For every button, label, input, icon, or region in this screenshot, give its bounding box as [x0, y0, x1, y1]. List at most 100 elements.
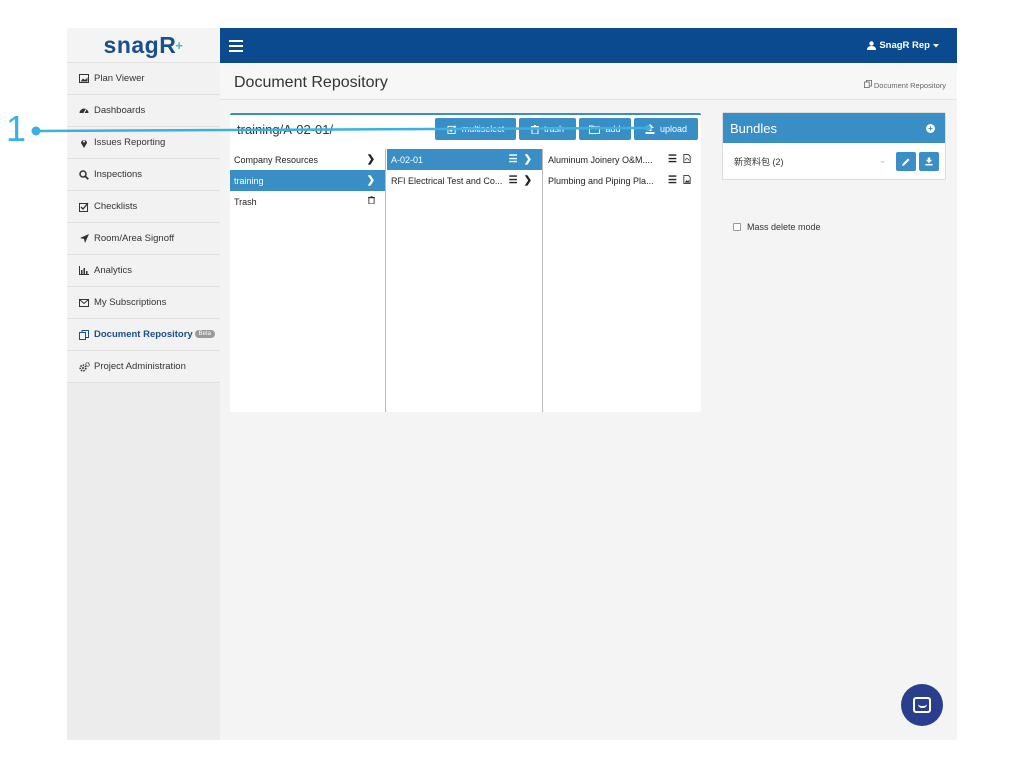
- chevron-right-icon: ❯: [523, 175, 532, 186]
- sidebar-item-label: Checklists: [94, 201, 138, 212]
- chat-icon: [913, 697, 931, 713]
- chevron-right-icon: ❯: [366, 175, 375, 186]
- file-item-aluminum-joinery[interactable]: Aluminum Joinery O&M.... ☰: [544, 149, 701, 170]
- file-name: Aluminum Joinery O&M....: [548, 154, 653, 165]
- sidebar-item-plan-viewer[interactable]: Plan Viewer: [67, 63, 220, 95]
- folder-name: Company Resources: [234, 154, 319, 165]
- beta-badge: Beta: [194, 330, 215, 338]
- sidebar-item-label: Project Administration: [94, 361, 186, 372]
- brand-logo[interactable]: snagR +: [67, 28, 220, 63]
- sidebar: snagR + Plan Viewer Dashboards Issues Rep…: [67, 28, 220, 740]
- upload-label: upload: [659, 124, 688, 134]
- image-icon: [78, 73, 90, 85]
- chat-launcher-button[interactable]: [901, 684, 943, 726]
- add-bundle-plus-icon[interactable]: +: [926, 123, 935, 133]
- upload-icon: [645, 124, 655, 134]
- folder-item-rfi-electrical[interactable]: RFI Electrical Test and Co... ☰ ❯: [387, 170, 542, 191]
- menu-lines-icon[interactable]: ☰: [668, 154, 677, 165]
- folder-item-a-02-01[interactable]: A-02-01 ☰ ❯: [387, 149, 542, 170]
- mass-delete-checkbox[interactable]: [733, 223, 741, 231]
- mass-delete-label: Mass delete mode: [747, 222, 821, 232]
- bar-chart-icon: [78, 265, 90, 277]
- page-title: Document Repository: [234, 74, 388, 91]
- mass-delete-toggle[interactable]: Mass delete mode: [733, 222, 821, 232]
- current-path: training/A-02-01/: [237, 122, 334, 137]
- sidebar-item-label: My Subscriptions: [94, 297, 167, 308]
- download-bundle-button[interactable]: [919, 152, 939, 171]
- envelope-icon: [78, 297, 90, 309]
- bundles-title: Bundles: [730, 120, 777, 136]
- checkbox-icon: [447, 125, 456, 134]
- sidebar-item-label: Dashboards: [94, 105, 146, 116]
- multiselect-label: multiselect: [461, 124, 505, 134]
- menu-lines-icon[interactable]: ☰: [509, 175, 518, 186]
- brand-plus-mark: +: [175, 37, 184, 53]
- bundles-header: Bundles +: [723, 113, 945, 143]
- chevron-down-icon[interactable]: ⌄: [879, 155, 887, 166]
- edit-bundle-button[interactable]: [896, 152, 916, 171]
- checkbox-icon: [78, 201, 90, 213]
- map-marker-icon: [78, 137, 90, 149]
- file-name: Plumbing and Piping Pla...: [548, 175, 654, 186]
- sidebar-item-dashboards[interactable]: Dashboards: [67, 95, 220, 127]
- folder-column-2: A-02-01 ☰ ❯ RFI Electrical Test and Co..…: [387, 149, 543, 412]
- page-header: Document Repository Document Repository: [220, 63, 957, 100]
- bundle-item[interactable]: 新资料包 (2) ⌄: [723, 143, 945, 179]
- menu-lines-icon[interactable]: ☰: [509, 154, 518, 165]
- copy-icon: [78, 329, 90, 341]
- copy-icon: [863, 80, 872, 88]
- trash-button[interactable]: trash: [519, 118, 576, 140]
- callout-number: 1: [6, 108, 27, 149]
- folder-column-1: Company Resources ❯ training ❯ Trash: [230, 149, 386, 412]
- menu-lines-icon[interactable]: ☰: [668, 175, 677, 186]
- document-browser: training/A-02-01/ multiselect trash add …: [230, 113, 701, 412]
- sidebar-item-label: Document Repository: [94, 329, 193, 340]
- sidebar-item-label: Issues Reporting: [94, 137, 166, 148]
- user-menu[interactable]: SnagR Rep: [867, 40, 939, 51]
- breadcrumb-label: Document Repository: [873, 81, 946, 90]
- folder-name: A-02-01: [391, 154, 424, 165]
- sidebar-item-analytics[interactable]: Analytics: [67, 255, 220, 287]
- add-button[interactable]: add: [579, 118, 631, 140]
- folder-item-training[interactable]: training ❯: [230, 170, 385, 191]
- brand-name: snagR: [103, 31, 177, 58]
- app-window: snagR + Plan Viewer Dashboards Issues Rep…: [67, 28, 957, 740]
- sidebar-item-project-administration[interactable]: Project Administration: [67, 351, 220, 383]
- file-column: Aluminum Joinery O&M.... ☰ Plumbing and …: [544, 149, 701, 412]
- image-file-icon: [683, 174, 691, 187]
- sidebar-item-document-repository[interactable]: Document Repository Beta: [67, 319, 220, 351]
- sidebar-item-label: Analytics: [94, 265, 133, 276]
- multiselect-button[interactable]: multiselect: [435, 118, 516, 140]
- bundles-panel: Bundles + 新资料包 (2) ⌄: [722, 112, 946, 180]
- breadcrumb[interactable]: Document Repository: [863, 80, 946, 90]
- folder-name: Trash: [234, 196, 257, 207]
- pencil-icon: [902, 158, 910, 166]
- trash-icon: [368, 196, 375, 207]
- chevron-right-icon: ❯: [523, 154, 532, 165]
- folder-item-trash[interactable]: Trash: [230, 191, 385, 212]
- sidebar-item-inspections[interactable]: Inspections: [67, 159, 220, 191]
- chevron-right-icon: ❯: [366, 154, 375, 165]
- dashboard-icon: [78, 105, 90, 117]
- user-icon: [867, 41, 877, 50]
- folder-item-company-resources[interactable]: Company Resources ❯: [230, 149, 385, 170]
- search-icon: [78, 169, 90, 181]
- trash-icon: [530, 124, 539, 134]
- folder-name: training: [234, 175, 264, 186]
- sidebar-item-checklists[interactable]: Checklists: [67, 191, 220, 223]
- path-bar: training/A-02-01/ multiselect trash add …: [230, 115, 701, 149]
- user-name: SnagR Rep: [879, 40, 930, 51]
- pdf-file-icon: [683, 153, 691, 166]
- folder-icon: [589, 125, 601, 134]
- hamburger-menu-icon[interactable]: [229, 40, 243, 55]
- sidebar-item-my-subscriptions[interactable]: My Subscriptions: [67, 287, 220, 319]
- caret-down-icon: [933, 43, 939, 47]
- file-item-plumbing-piping[interactable]: Plumbing and Piping Pla... ☰: [544, 170, 701, 191]
- sidebar-item-room-area-signoff[interactable]: Room/Area Signoff: [67, 223, 220, 255]
- trash-label: trash: [543, 124, 564, 134]
- sidebar-item-label: Inspections: [94, 169, 143, 180]
- sidebar-item-issues-reporting[interactable]: Issues Reporting: [67, 127, 220, 159]
- upload-button[interactable]: upload: [634, 118, 698, 140]
- folder-name: RFI Electrical Test and Co...: [391, 175, 503, 186]
- download-icon: [925, 157, 933, 166]
